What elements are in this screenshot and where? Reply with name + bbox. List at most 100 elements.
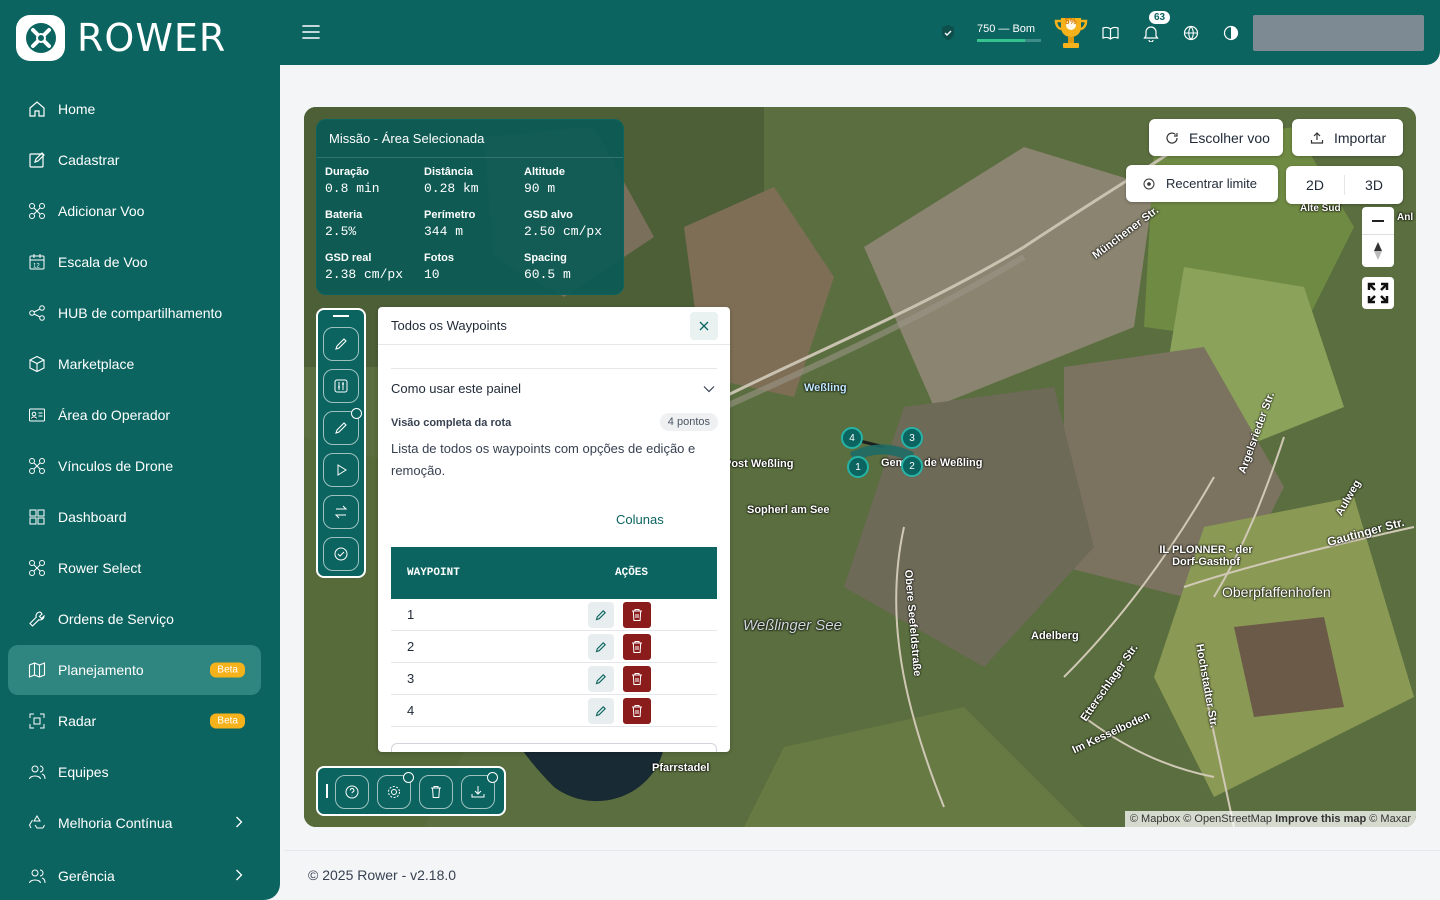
fullscreen-icon [1367, 282, 1389, 304]
play-button[interactable] [323, 453, 359, 487]
sidebar-item-ordens-de-servico[interactable]: Ordens de Serviço [8, 594, 261, 644]
sidebar-item-equipes[interactable]: Equipes [8, 747, 261, 797]
edit-waypoint-button[interactable] [588, 602, 614, 628]
fullscreen-button[interactable] [1362, 277, 1394, 309]
panel-description: Lista de todos os waypoints com opções d… [391, 441, 696, 478]
waypoint-marker-4[interactable]: 4 [841, 427, 863, 449]
sidebar-item-label: Escala de Voo [58, 254, 148, 270]
sidebar-item-gerencia[interactable]: Gerência [8, 851, 261, 900]
trash-icon [632, 673, 642, 685]
pencil-icon [595, 674, 606, 685]
stat-value: 60.5 m [524, 267, 571, 282]
compass-button[interactable] [1362, 235, 1394, 267]
edit-square-icon [28, 151, 46, 169]
check-circle-icon [334, 547, 348, 561]
sidebar: ROWER Home Cadastrar Adicionar Voo 12 Escala… [0, 0, 280, 900]
column-header-waypoint[interactable]: WAYPOINT [407, 567, 615, 579]
import-button[interactable]: Importar [1292, 119, 1403, 156]
table-row: 4 [391, 695, 717, 727]
mode-2d-button[interactable]: 2D [1286, 177, 1344, 193]
map-view[interactable]: Weßling Post Weßling Sopherl am See Weßl… [304, 107, 1416, 827]
delete-waypoint-button[interactable] [623, 634, 651, 660]
sidebar-item-home[interactable]: Home [8, 84, 261, 134]
recenter-button[interactable]: Recentrar limite [1126, 165, 1278, 202]
map-icon [28, 661, 46, 679]
language-button[interactable] [1183, 0, 1199, 65]
trash-icon [632, 705, 642, 717]
panel-footer-field[interactable] [391, 743, 717, 752]
toolbar-handle[interactable] [333, 315, 349, 317]
trash-icon [431, 786, 441, 798]
edit-waypoint-button[interactable] [588, 634, 614, 660]
chevron-down-icon [703, 385, 715, 392]
score-widget[interactable]: 750 — Bom [977, 0, 1041, 65]
chevron-right-icon [235, 815, 243, 831]
delete-waypoint-button[interactable] [623, 666, 651, 692]
zoom-out-button[interactable] [1362, 207, 1394, 235]
osm-credit[interactable]: © OpenStreetMap [1183, 813, 1272, 825]
id-card-icon [28, 406, 46, 424]
sidebar-item-label: Área do Operador [58, 407, 171, 423]
how-to-accordion[interactable]: Como usar este painel [391, 368, 717, 408]
waypoint-marker-3[interactable]: 3 [901, 427, 923, 449]
sidebar-item-marketplace[interactable]: Marketplace [8, 339, 261, 389]
table-row: 1 [391, 599, 717, 631]
box-icon [28, 355, 46, 373]
mapbox-credit[interactable]: © Mapbox [1130, 813, 1180, 825]
sidebar-item-melhoria-continua[interactable]: Melhoria Contínua [8, 798, 261, 848]
sidebar-item-vinculos-de-drone[interactable]: Vínculos de Drone [8, 441, 261, 491]
waypoint-marker-1[interactable]: 1 [847, 456, 869, 478]
close-icon [699, 321, 709, 331]
settings-sliders-button[interactable] [323, 369, 359, 403]
sidebar-item-area-do-operador[interactable]: Área do Operador [8, 390, 261, 440]
svg-text:12: 12 [33, 264, 40, 270]
waypoint-marker-2[interactable]: 2 [901, 455, 923, 477]
brand[interactable]: ROWER [16, 15, 226, 61]
theme-toggle-button[interactable] [1223, 0, 1239, 65]
edit-waypoint-button[interactable] [588, 698, 614, 724]
draw-tool-button[interactable] [323, 327, 359, 361]
maxar-credit[interactable]: © Maxar [1369, 813, 1411, 825]
table-row: 2 [391, 631, 717, 663]
play-icon [337, 464, 347, 476]
recycle-icon [28, 814, 46, 832]
map-label-sopherl: Sopherl am See [747, 504, 830, 516]
sidebar-item-hub-de-compartilhamento[interactable]: HUB de compartilhamento [8, 288, 261, 338]
sidebar-item-cadastrar[interactable]: Cadastrar [8, 135, 261, 185]
table-row: 3 [391, 663, 717, 695]
swap-button[interactable] [323, 495, 359, 529]
trophy-button[interactable]: 5% [1051, 0, 1091, 65]
edit-waypoint-button[interactable] [588, 666, 614, 692]
delete-waypoint-button[interactable] [623, 698, 651, 724]
improve-map-link[interactable]: Improve this map [1275, 813, 1366, 825]
close-panel-button[interactable] [690, 312, 718, 340]
download-button[interactable] [461, 772, 498, 809]
delete-waypoint-button[interactable] [623, 602, 651, 628]
guide-button[interactable] [1102, 0, 1119, 65]
help-button[interactable] [335, 775, 369, 809]
confirm-button[interactable] [323, 537, 359, 571]
sidebar-item-escala-de-voo[interactable]: 12 Escala de Voo [8, 237, 261, 287]
sidebar-item-label: HUB de compartilhamento [58, 305, 223, 321]
settings-button[interactable] [377, 772, 414, 809]
sidebar-item-radar[interactable]: Radar Beta [8, 696, 261, 746]
notifications-button[interactable] [1143, 0, 1159, 65]
sidebar-item-adicionar-voo[interactable]: Adicionar Voo [8, 186, 261, 236]
mission-stat: Distância 0.28 km [424, 166, 524, 196]
toolbar-handle[interactable] [326, 784, 328, 798]
sidebar-item-planejamento[interactable]: Planejamento Beta [8, 645, 261, 695]
choose-flight-button[interactable]: Escolher voo [1149, 119, 1283, 156]
delete-all-button[interactable] [419, 775, 453, 809]
stat-value: 10 [424, 267, 440, 282]
sidebar-item-rower-select[interactable]: Rower Select [8, 543, 261, 593]
sidebar-item-label: Planejamento [58, 662, 144, 678]
menu-toggle-button[interactable] [302, 24, 320, 45]
mode-3d-button[interactable]: 3D [1345, 177, 1403, 193]
sidebar-item-dashboard[interactable]: Dashboard [8, 492, 261, 542]
map-label-pfarrstadel: Pfarrstadel [652, 762, 710, 774]
user-profile-button[interactable] [1253, 15, 1424, 51]
chevron-right-icon [235, 868, 243, 884]
sidebar-item-label: Gerência [58, 868, 115, 884]
edit-tool-button[interactable] [323, 408, 362, 445]
columns-link[interactable]: Colunas [616, 512, 664, 527]
